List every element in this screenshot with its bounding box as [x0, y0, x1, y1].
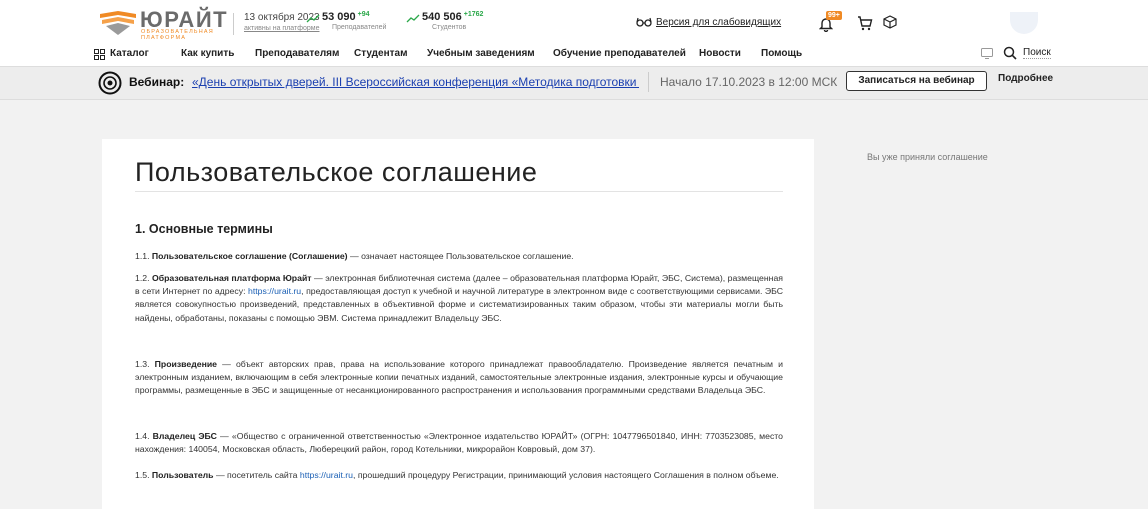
- notification-badge: 99+: [826, 11, 842, 20]
- paragraph-1-5: 1.5. Пользователь — посетитель сайта htt…: [135, 470, 779, 480]
- urait-link[interactable]: https://urait.ru: [300, 470, 353, 480]
- logo-subtitle: ОБРАЗОВАТЕЛЬНАЯ ПЛАТФОРМА: [141, 29, 214, 41]
- students-label: Студентов: [432, 24, 467, 31]
- paragraph-1-3: 1.3. Произведение — объект авторских пра…: [135, 359, 784, 396]
- urait-logo[interactable]: ЮРАЙТ ОБРАЗОВАТЕЛЬНАЯ ПЛАТФОРМА: [98, 7, 227, 41]
- glasses-icon: [636, 17, 652, 27]
- term: Пользовательское соглашение (Соглашение): [151, 251, 348, 261]
- nav-item-news[interactable]: Новости: [699, 48, 741, 59]
- trend-up-icon: [406, 14, 420, 23]
- title-divider: [135, 191, 783, 192]
- header-divider: [233, 13, 234, 35]
- students-delta: +1762: [463, 11, 484, 18]
- teachers-count: 53 090: [322, 11, 356, 23]
- webinar-start-date: Начало 17.10.2023 в 12:00 МСК: [660, 75, 838, 89]
- accessible-version-label: Версия для слабовидящих: [656, 17, 782, 28]
- section-title: 1. Основные термины: [135, 222, 273, 236]
- teachers-delta: +94: [357, 11, 370, 18]
- students-count: 540 506: [422, 11, 462, 23]
- package-icon[interactable]: [883, 15, 897, 29]
- accessible-version-link[interactable]: Версия для слабовидящих: [636, 17, 781, 28]
- term: Пользователь: [151, 470, 214, 480]
- nav-item-students[interactable]: Студентам: [354, 48, 408, 59]
- broadcast-icon: [98, 71, 122, 95]
- webinar-label: Вебинар:: [129, 75, 185, 89]
- term: Владелец ЭБС: [152, 431, 217, 441]
- nav-item-teachers[interactable]: Преподавателям: [255, 48, 339, 59]
- page-title: Пользовательское соглашение: [135, 157, 538, 187]
- cart-icon[interactable]: [857, 15, 873, 31]
- trend-up-icon: [306, 14, 320, 23]
- active-users-link[interactable]: активны на платформе: [244, 25, 320, 32]
- search-icon[interactable]: [1003, 46, 1017, 60]
- teachers-label: Преподавателей: [332, 24, 387, 31]
- term: Образовательная платформа Юрайт: [151, 273, 312, 283]
- webinar-title-link[interactable]: «День открытых дверей. III Всероссийская…: [192, 75, 639, 89]
- nav-item-help[interactable]: Помощь: [761, 48, 802, 59]
- nav-item-how-to-buy[interactable]: Как купить: [181, 48, 234, 59]
- urait-link[interactable]: https://urait.ru: [248, 286, 301, 296]
- search-link[interactable]: Поиск: [1023, 47, 1051, 59]
- webinar-more-link[interactable]: Подробнее: [998, 73, 1053, 84]
- screen-icon[interactable]: [981, 48, 993, 59]
- logo-mark-icon: [100, 11, 136, 35]
- agreement-accepted-note: Вы уже приняли соглашение: [867, 152, 988, 162]
- term: Произведение: [154, 359, 217, 369]
- nav-item-catalog[interactable]: Каталог: [110, 48, 149, 59]
- paragraph-1-2: 1.2. Образовательная платформа Юрайт — э…: [135, 273, 783, 323]
- paragraph-1-1: 1.1. Пользовательское соглашение (Соглаш…: [135, 251, 574, 261]
- paragraph-1-4: 1.4. Владелец ЭБС — «Общество с ограниче…: [135, 431, 783, 455]
- grid-icon: [94, 49, 105, 60]
- nav-item-institutions[interactable]: Учебным заведениям: [427, 48, 535, 59]
- register-webinar-button[interactable]: Записаться на вебинар: [846, 71, 987, 91]
- webinar-divider: [648, 72, 649, 92]
- nav-item-teacher-training[interactable]: Обучение преподавателей: [553, 48, 686, 59]
